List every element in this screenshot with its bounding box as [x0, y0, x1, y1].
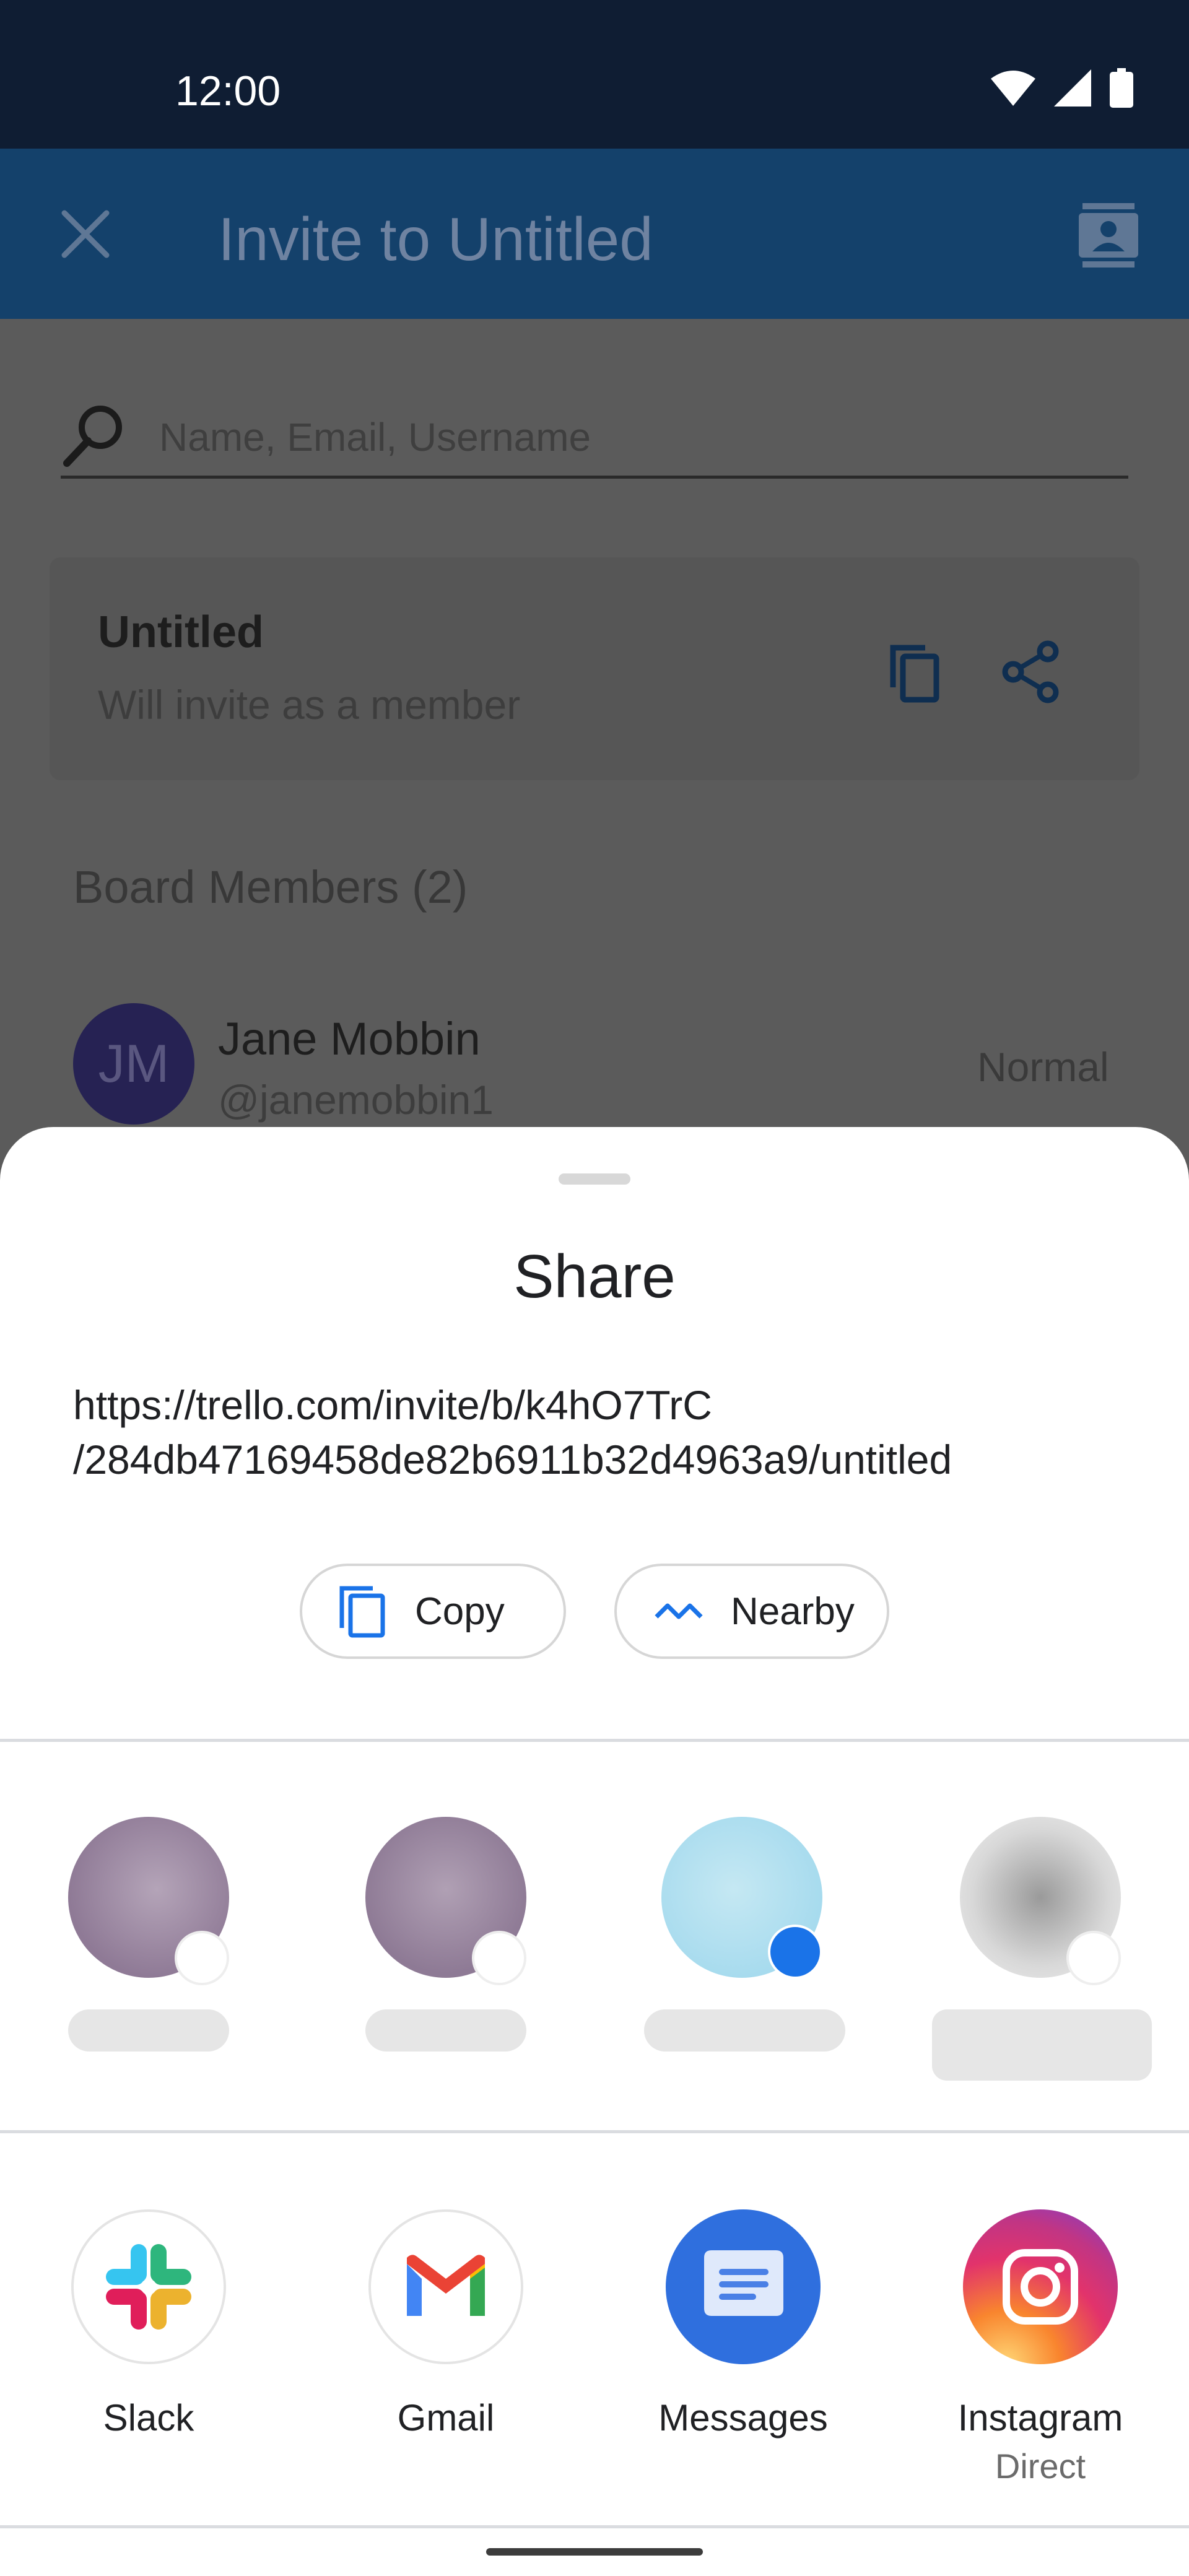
contacts-button[interactable] — [1071, 198, 1146, 272]
messages-app-button[interactable] — [666, 2209, 821, 2364]
nearby-button[interactable]: Nearby — [614, 1564, 889, 1659]
copy-icon — [890, 645, 939, 703]
instagram-direct-app-button[interactable] — [963, 2209, 1118, 2364]
instagram-label: Instagram — [957, 2397, 1123, 2439]
instagram-icon — [1003, 2249, 1078, 2325]
copy-icon — [339, 1586, 385, 1638]
slack-badge-icon — [1066, 1931, 1121, 1985]
page-title: Invite to Untitled — [218, 205, 653, 273]
divider — [0, 1739, 1189, 1742]
search-icon — [61, 401, 129, 469]
invite-card-subtitle: Will invite as a member — [98, 682, 521, 728]
share-url: https://trello.com/invite/b/k4hO7TrC /28… — [73, 1382, 952, 1482]
nearby-label: Nearby — [731, 1590, 855, 1633]
member-name: Jane Mobbin — [218, 1013, 481, 1064]
invite-card-title: Untitled — [98, 607, 264, 657]
slack-badge-icon — [472, 1931, 526, 1985]
invite-link-card — [50, 557, 1139, 780]
member-role[interactable]: Normal — [977, 1043, 1109, 1090]
instagram-sublabel: Direct — [995, 2447, 1086, 2486]
share-link-button[interactable] — [997, 638, 1065, 706]
share-sheet-title: Share — [513, 1242, 676, 1310]
board-members-header: Board Members (2) — [73, 861, 468, 913]
close-button[interactable] — [56, 204, 115, 264]
close-icon — [61, 210, 110, 258]
battery-icon — [1110, 68, 1133, 108]
slack-label: Slack — [103, 2397, 194, 2439]
share-icon — [1002, 640, 1059, 703]
nearby-share-icon — [655, 1603, 703, 1619]
copy-button[interactable]: Copy — [300, 1564, 566, 1659]
direct-share-label-placeholder — [644, 2009, 845, 2052]
status-icons — [991, 68, 1133, 108]
drag-handle[interactable] — [559, 1173, 630, 1185]
member-username: @janemobbin1 — [218, 1077, 494, 1123]
direct-share-label-placeholder — [365, 2009, 526, 2052]
slack-app-button[interactable] — [71, 2209, 226, 2364]
direct-share-label-placeholder — [68, 2009, 229, 2052]
wifi-icon — [991, 71, 1035, 106]
divider — [0, 2130, 1189, 2133]
status-time: 12:00 — [175, 67, 281, 115]
search-input[interactable] — [158, 409, 1126, 466]
gmail-app-button[interactable] — [368, 2209, 523, 2364]
messages-badge-icon — [768, 1925, 822, 1979]
messages-label: Messages — [658, 2397, 828, 2439]
gmail-label: Gmail — [397, 2397, 495, 2439]
divider — [0, 2525, 1189, 2528]
copy-label: Copy — [415, 1590, 505, 1633]
messages-icon — [704, 2250, 783, 2316]
gesture-nav-bar[interactable] — [486, 2548, 703, 2556]
slack-badge-icon — [175, 1931, 229, 1985]
signal-icon — [1054, 69, 1091, 107]
gmail-icon — [407, 2255, 485, 2316]
direct-share-label-placeholder — [932, 2009, 1152, 2081]
search-underline — [61, 476, 1128, 479]
contacts-icon — [1079, 203, 1138, 268]
avatar: JM — [73, 1003, 194, 1125]
slack-icon — [106, 2244, 191, 2330]
copy-link-button[interactable] — [879, 638, 947, 706]
